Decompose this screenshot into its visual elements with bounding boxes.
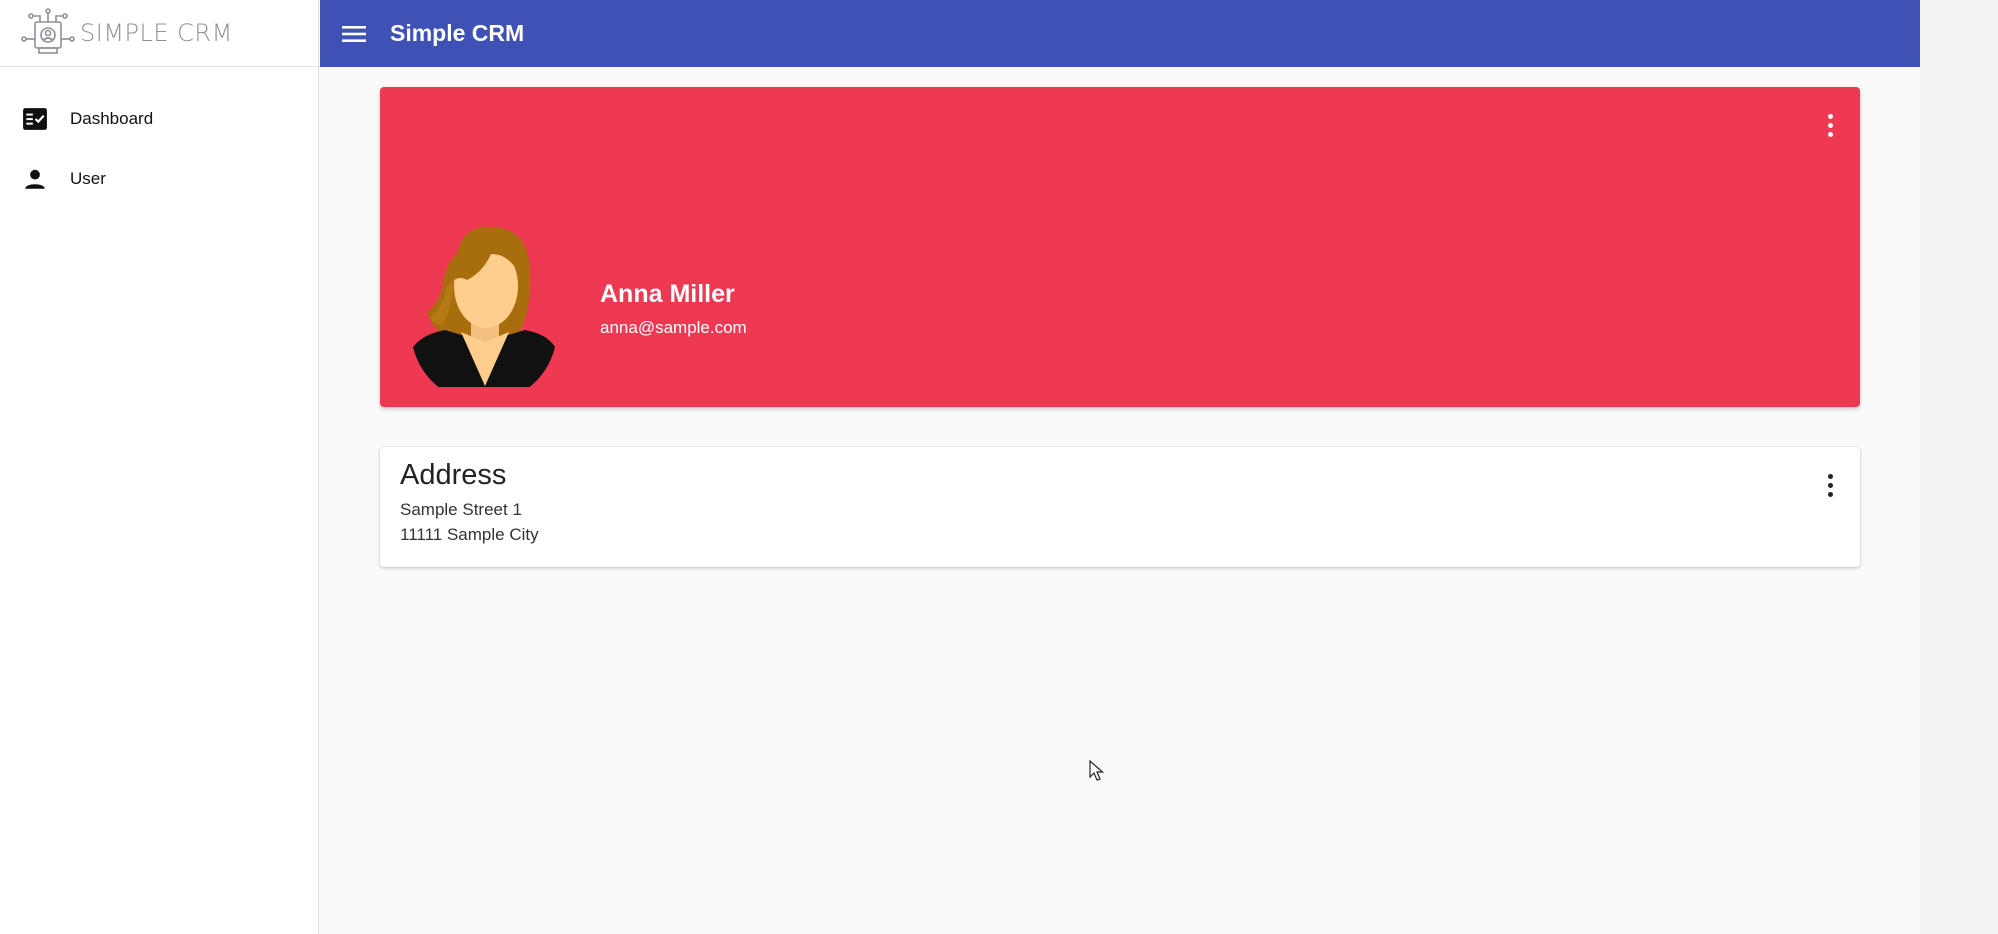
- more-vertical-icon[interactable]: [1818, 469, 1842, 501]
- address-street: Sample Street 1: [400, 500, 522, 519]
- mouse-cursor-icon: [1089, 760, 1105, 781]
- profile-card: Anna Miller anna@sample.com: [380, 87, 1860, 407]
- sidebar: SIMPLE CRM Dashboard User: [0, 0, 319, 934]
- sidebar-item-label: Dashboard: [70, 109, 154, 128]
- dot: [1827, 113, 1833, 119]
- sidebar-nav: Dashboard User: [0, 67, 318, 209]
- sidebar-item-dashboard[interactable]: Dashboard: [0, 89, 318, 149]
- app-window: SIMPLE CRM Dashboard User Simple CRM Ann…: [0, 0, 1920, 934]
- top-app-bar: Simple CRM: [320, 0, 1920, 67]
- dot: [1827, 122, 1833, 128]
- checklist-icon: [22, 106, 48, 132]
- dot: [1827, 482, 1833, 488]
- sidebar-item-label: User: [70, 169, 106, 188]
- app-title: Simple CRM: [390, 20, 525, 46]
- address-card: Address Sample Street 1 11111 Sample Cit…: [380, 447, 1860, 567]
- logo[interactable]: SIMPLE CRM: [0, 0, 318, 67]
- window-background: [1920, 0, 1998, 934]
- address-city: 11111 Sample City: [400, 525, 539, 544]
- logo-icon: [21, 8, 75, 54]
- profile-email: anna@sample.com: [600, 318, 747, 337]
- profile-name: Anna Miller: [600, 280, 735, 308]
- dot: [1827, 473, 1833, 479]
- logo-text: SIMPLE CRM: [80, 19, 233, 47]
- address-title: Address: [400, 459, 507, 491]
- more-vertical-icon[interactable]: [1818, 109, 1842, 141]
- dot: [1827, 131, 1833, 137]
- hamburger-menu-icon[interactable]: [334, 14, 374, 54]
- avatar: [413, 226, 555, 387]
- person-icon: [22, 166, 48, 192]
- dot: [1827, 491, 1833, 497]
- sidebar-item-user[interactable]: User: [0, 149, 318, 209]
